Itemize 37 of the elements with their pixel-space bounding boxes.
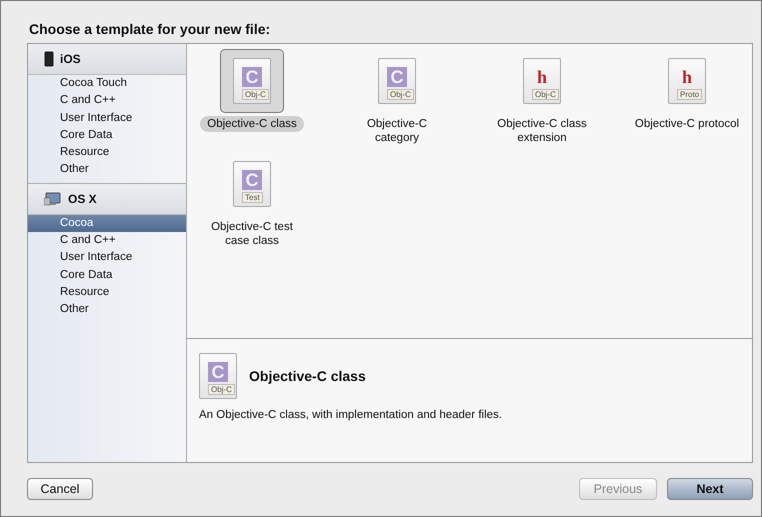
- sidebar-item[interactable]: C and C++: [28, 232, 186, 250]
- template-icon-frame[interactable]: h Proto: [655, 49, 719, 113]
- desktop-icon: [44, 192, 62, 206]
- sidebar-item[interactable]: Core Data: [28, 126, 186, 144]
- sidebar-item[interactable]: Cocoa Touch: [28, 75, 186, 92]
- template-label[interactable]: Objective-C class extension: [483, 116, 601, 146]
- file-icon: C Obj-C: [199, 353, 237, 399]
- file-icon: C Test: [233, 161, 271, 207]
- sidebar-item[interactable]: User Interface: [28, 249, 186, 267]
- sidebar-section-label: OS X: [68, 192, 97, 206]
- sidebar-item[interactable]: C and C++: [28, 92, 186, 110]
- file-icon: h Proto: [668, 58, 706, 104]
- template-label[interactable]: Objective-C category: [338, 116, 456, 146]
- sidebar-item[interactable]: Resource: [28, 284, 186, 302]
- sidebar-item[interactable]: User Interface: [28, 110, 186, 127]
- sidebar-item[interactable]: Other: [28, 161, 186, 179]
- template-icon-frame[interactable]: C Obj-C: [365, 49, 429, 113]
- phone-icon: [44, 51, 54, 67]
- sidebar-item[interactable]: Cocoa: [28, 214, 186, 232]
- default-button[interactable]: Next: [667, 478, 753, 500]
- file-icon: C Obj-C: [378, 58, 416, 104]
- template-label[interactable]: Objective-C test case class: [193, 219, 311, 249]
- sidebar-section-label: iOS: [60, 52, 81, 66]
- template-icon-frame[interactable]: C Test: [220, 152, 284, 216]
- dialog-title: Choose a template for your new file:: [29, 21, 272, 37]
- template-label[interactable]: Objective-C class: [200, 116, 304, 132]
- template-description: An Objective-C class, with implementation and header files.: [199, 409, 503, 421]
- template-icon-frame[interactable]: h Obj-C: [510, 49, 574, 113]
- dialog-button[interactable]: Cancel: [27, 478, 93, 500]
- template-title: Objective-C class: [249, 368, 366, 384]
- sidebar-item[interactable]: Other: [28, 301, 186, 319]
- template-icon-frame[interactable]: C Obj-C: [220, 49, 284, 113]
- file-icon: C Obj-C: [233, 58, 271, 104]
- sidebar-item[interactable]: Core Data: [28, 266, 186, 284]
- template-label[interactable]: Objective-C protocol: [628, 116, 746, 132]
- file-icon: h Obj-C: [523, 58, 561, 104]
- sidebar-item[interactable]: Resource: [28, 144, 186, 162]
